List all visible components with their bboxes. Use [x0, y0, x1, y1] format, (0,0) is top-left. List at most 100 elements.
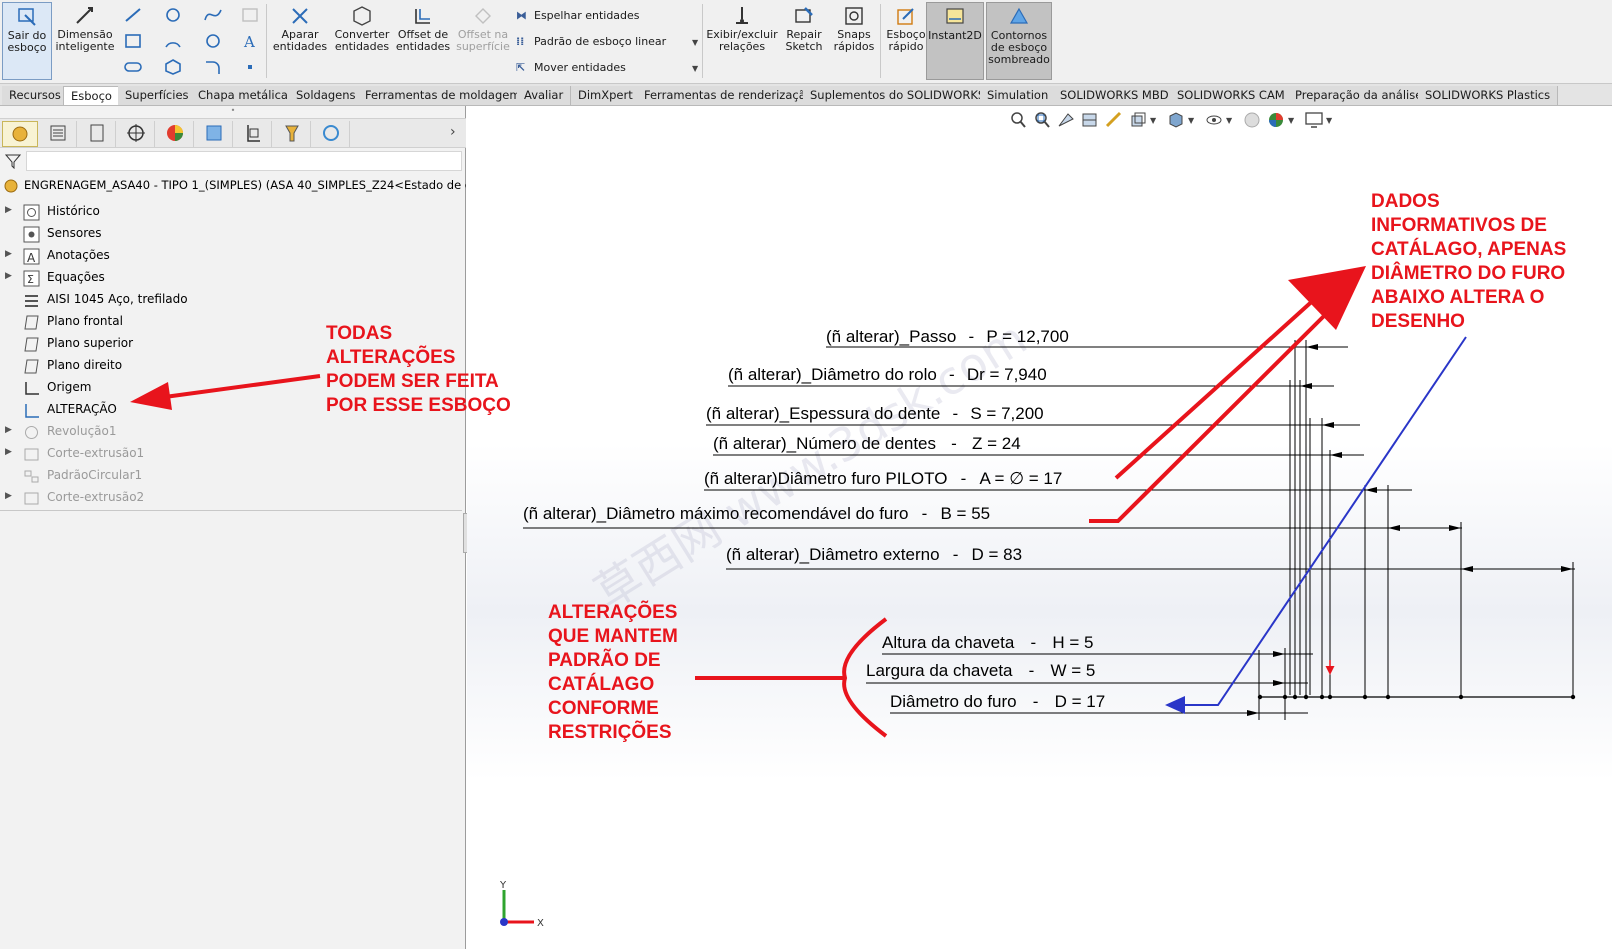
display-relations-button[interactable]: Exibir/excluir relações: [706, 2, 778, 53]
tab-soldagens[interactable]: Soldagens: [289, 86, 364, 105]
exit-sketch-button[interactable]: Sair do esboço: [2, 2, 52, 80]
expand-arrow-icon[interactable]: ▶: [5, 271, 12, 281]
section-view-icon[interactable]: [1080, 110, 1100, 130]
dim-diametro-maximo[interactable]: (ñ alterar)_Diâmetro máximo recomendável…: [523, 504, 990, 524]
smart-dimension-button[interactable]: Dimensão inteligente: [55, 2, 115, 53]
quick-snaps-button[interactable]: Snaps rápidos: [830, 2, 878, 53]
tab-ferramentas-moldagem[interactable]: Ferramentas de moldagem: [358, 86, 529, 105]
panel-grip-handle[interactable]: •: [0, 106, 466, 118]
mirror-entities-button[interactable]: ⧓ Espelhar entidades: [516, 9, 640, 22]
cam-feature-tab[interactable]: [197, 121, 233, 147]
arc-icon[interactable]: [163, 32, 183, 50]
dim-value[interactable]: Z = 24: [972, 434, 1021, 453]
line-icon[interactable]: [123, 6, 143, 24]
tree-item-padrao-circular1[interactable]: PadrãoCircular1: [0, 466, 466, 487]
tab-ferramentas-renderizacao[interactable]: Ferramentas de renderização: [637, 86, 821, 105]
feature-manager-tab[interactable]: [2, 121, 38, 147]
property-manager-tab[interactable]: [41, 121, 77, 147]
hexagon-icon[interactable]: [163, 58, 183, 76]
apply-scene-dropdown-icon[interactable]: ▼: [1288, 116, 1294, 125]
dim-value[interactable]: D = 17: [1055, 692, 1106, 711]
tab-chapa-metalica[interactable]: Chapa metálica: [191, 86, 296, 105]
dim-largura-chaveta[interactable]: Largura da chaveta - W = 5: [866, 661, 1095, 681]
linear-pattern-button[interactable]: ⁞⁞ Padrão de esboço linear: [516, 35, 666, 48]
dim-altura-chaveta[interactable]: Altura da chaveta - H = 5: [882, 633, 1093, 653]
hide-show-items-icon[interactable]: [1204, 110, 1224, 130]
circle-icon[interactable]: [163, 6, 183, 24]
trim-entities-button[interactable]: Aparar entidades: [270, 2, 330, 53]
view-settings-dropdown-icon[interactable]: ▼: [1326, 116, 1332, 125]
simulation-tab[interactable]: [314, 121, 350, 147]
tab-superficies[interactable]: Superfícies: [118, 86, 197, 105]
expand-arrow-icon[interactable]: ▶: [5, 447, 12, 457]
rapid-sketch-button[interactable]: Esboço rápido: [882, 2, 930, 53]
shaded-contours-button[interactable]: Contornos de esboço sombreado: [986, 2, 1052, 80]
tab-preparacao-analise[interactable]: Preparação da análise: [1288, 86, 1431, 105]
view-orientation-dropdown-icon[interactable]: ▼: [1150, 116, 1156, 125]
dim-value[interactable]: B = 55: [941, 504, 991, 523]
tab-simulation[interactable]: Simulation: [980, 86, 1057, 105]
dim-value[interactable]: S = 7,200: [970, 404, 1043, 423]
tab-avaliar[interactable]: Avaliar: [517, 86, 572, 105]
dimxpert-manager-tab[interactable]: [119, 121, 155, 147]
view-orientation-icon[interactable]: [1128, 110, 1148, 130]
tab-solidworks-plastics[interactable]: SOLIDWORKS Plastics: [1418, 86, 1559, 105]
polygon-icon[interactable]: [203, 32, 223, 50]
tree-item-corte-extrusao2[interactable]: ▶ Corte-extrusão2: [0, 488, 466, 509]
tree-item-material[interactable]: AISI 1045 Aço, trefilado: [0, 290, 466, 311]
dim-numero-dentes[interactable]: (ñ alterar)_Número de dentes - Z = 24: [713, 434, 1021, 454]
display-style-dropdown-icon[interactable]: ▼: [1188, 116, 1194, 125]
point-icon[interactable]: [240, 58, 260, 76]
filter-icon[interactable]: [5, 153, 21, 169]
instant2d-button[interactable]: Instant2D: [926, 2, 984, 80]
filter-input[interactable]: [26, 151, 462, 171]
spline-icon[interactable]: [203, 6, 223, 24]
slot-icon[interactable]: [123, 58, 143, 76]
tree-item-revolucao1[interactable]: ▶ Revolução1: [0, 422, 466, 443]
dim-diametro-rolo[interactable]: (ñ alterar)_Diâmetro do rolo - Dr = 7,940: [728, 365, 1047, 385]
chevron-right-icon[interactable]: ›: [450, 124, 456, 140]
dim-value[interactable]: H = 5: [1052, 633, 1093, 652]
dim-value[interactable]: D = 83: [972, 545, 1023, 564]
tree-item-sensores[interactable]: Sensores: [0, 224, 466, 245]
dim-value[interactable]: A = ∅ = 17: [979, 469, 1062, 488]
tab-recursos[interactable]: Recursos: [2, 86, 69, 105]
dim-diametro-externo[interactable]: (ñ alterar)_Diâmetro externo - D = 83: [726, 545, 1022, 565]
tree-item-equacoes[interactable]: ▶ Σ Equações: [0, 268, 466, 289]
tree-item-corte-extrusao1[interactable]: ▶ Corte-extrusão1: [0, 444, 466, 465]
rectangle-icon[interactable]: [123, 32, 143, 50]
linear-pattern-dropdown-icon[interactable]: ▼: [692, 38, 698, 47]
cam-tool-tab[interactable]: [275, 121, 311, 147]
tree-item-historico[interactable]: ▶ Histórico: [0, 202, 466, 223]
tab-dimxpert[interactable]: DimXpert: [571, 86, 641, 105]
cam-operation-tab[interactable]: [236, 121, 272, 147]
dim-value[interactable]: P = 12,700: [986, 327, 1068, 346]
dim-value[interactable]: Dr = 7,940: [967, 365, 1047, 384]
tab-suplementos[interactable]: Suplementos do SOLIDWORKS: [803, 86, 994, 105]
convert-entities-button[interactable]: Converter entidades: [332, 2, 392, 53]
fillet-icon[interactable]: [203, 58, 223, 76]
edit-appearance-icon[interactable]: [1242, 110, 1262, 130]
offset-entities-button[interactable]: Offset de entidades: [394, 2, 452, 53]
move-entities-button[interactable]: ⇱ Mover entidades: [516, 61, 626, 74]
configuration-manager-tab[interactable]: [80, 121, 116, 147]
dim-diametro-furo[interactable]: Diâmetro do furo - D = 17: [890, 692, 1105, 712]
text-icon[interactable]: A: [240, 32, 260, 50]
apply-scene-icon[interactable]: [1266, 110, 1286, 130]
display-style-icon[interactable]: [1166, 110, 1186, 130]
view-settings-icon[interactable]: [1304, 110, 1324, 130]
tab-esboco[interactable]: Esboço: [63, 86, 120, 105]
expand-arrow-icon[interactable]: ▶: [5, 425, 12, 435]
tab-solidworks-mbd[interactable]: SOLIDWORKS MBD: [1053, 86, 1177, 105]
dim-passo[interactable]: (ñ alterar)_Passo - P = 12,700: [826, 327, 1069, 347]
hide-show-dropdown-icon[interactable]: ▼: [1226, 116, 1232, 125]
tree-item-anotacoes[interactable]: ▶ A Anotações: [0, 246, 466, 267]
part-root-item[interactable]: ENGRENAGEM_ASA40 - TIPO 1_(SIMPLES) (ASA…: [0, 176, 466, 196]
dim-espessura-dente[interactable]: (ñ alterar)_Espessura do dente - S = 7,200: [706, 404, 1044, 424]
zoom-to-fit-icon[interactable]: [1008, 110, 1028, 130]
tab-solidworks-cam[interactable]: SOLIDWORKS CAM: [1170, 86, 1293, 105]
expand-arrow-icon[interactable]: ▶: [5, 205, 12, 215]
move-dropdown-icon[interactable]: ▼: [692, 64, 698, 73]
expand-arrow-icon[interactable]: ▶: [5, 491, 12, 501]
expand-arrow-icon[interactable]: ▶: [5, 249, 12, 259]
